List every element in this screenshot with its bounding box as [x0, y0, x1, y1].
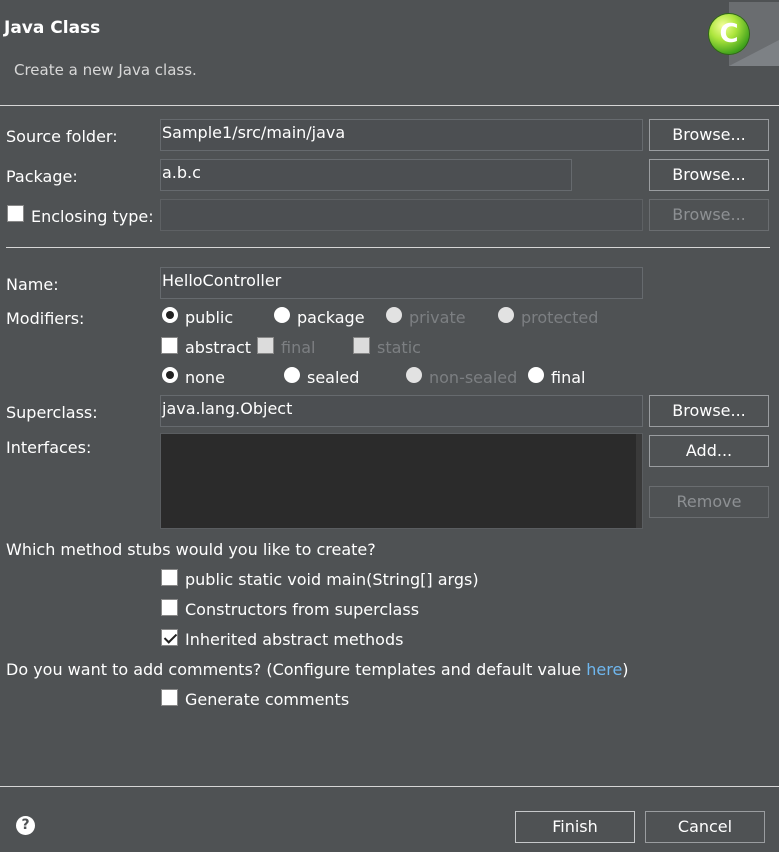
package-input[interactable]: a.b.c [160, 159, 572, 191]
enclosing-type-input[interactable] [160, 199, 643, 231]
radio-package[interactable] [274, 307, 290, 323]
main-method-label: public static void main(String[] args) [185, 570, 479, 589]
enclosing-type-browse-button[interactable]: Browse... [649, 199, 769, 231]
superclass-label: Superclass: [6, 403, 98, 422]
constructors-label: Constructors from superclass [185, 600, 420, 619]
radio-public[interactable] [162, 307, 178, 323]
final-checkbox[interactable] [257, 337, 274, 354]
radio-private-label: private [409, 308, 466, 327]
comments-question-close: ) [622, 660, 629, 679]
dialog-subtitle: Create a new Java class. [14, 61, 197, 79]
method-stubs-question: Which method stubs would you like to cre… [6, 540, 376, 559]
dialog-title: Java Class [4, 18, 101, 38]
package-browse-button[interactable]: Browse... [649, 159, 769, 191]
comments-question-text: Do you want to add comments? (Configure … [6, 660, 587, 679]
source-folder-input[interactable]: Sample1/src/main/java [160, 119, 643, 151]
source-folder-browse-button[interactable]: Browse... [649, 119, 769, 151]
abstract-label: abstract [185, 338, 252, 357]
configure-templates-link[interactable]: here [586, 660, 622, 679]
radio-private[interactable] [386, 307, 402, 323]
interfaces-label: Interfaces: [6, 438, 92, 457]
name-input[interactable]: HelloController [160, 267, 643, 299]
abstract-checkbox[interactable] [161, 337, 178, 354]
superclass-browse-button[interactable]: Browse... [649, 395, 769, 427]
name-label: Name: [6, 275, 59, 294]
modifiers-label: Modifiers: [6, 309, 85, 328]
package-label: Package: [6, 167, 78, 186]
enclosing-type-checkbox[interactable] [7, 205, 24, 222]
radio-package-label: package [297, 308, 365, 327]
help-icon[interactable]: ? [16, 816, 35, 835]
radio-protected[interactable] [498, 307, 514, 323]
source-folder-label: Source folder: [6, 127, 118, 146]
radio-protected-label: protected [521, 308, 599, 327]
type-separator [6, 247, 770, 248]
interfaces-list[interactable] [160, 433, 643, 529]
radio-public-label: public [185, 308, 234, 327]
generate-comments-label: Generate comments [185, 690, 350, 709]
java-class-logo-icon: C [709, 14, 749, 54]
constructors-checkbox[interactable] [161, 599, 178, 616]
interfaces-scrollbar[interactable] [636, 434, 642, 528]
radio-none[interactable] [162, 367, 178, 383]
enclosing-type-label: Enclosing type: [31, 207, 154, 226]
dialog-header [0, 0, 779, 104]
footer-separator [0, 786, 779, 787]
final-label: final [281, 338, 316, 357]
radio-none-label: none [185, 368, 225, 387]
finish-button[interactable]: Finish [515, 811, 635, 843]
generate-comments-checkbox[interactable] [161, 689, 178, 706]
radio-non-sealed-label: non-sealed [429, 368, 518, 387]
radio-final[interactable] [528, 367, 544, 383]
header-separator [0, 105, 779, 106]
radio-final-label: final [551, 368, 586, 387]
static-label: static [377, 338, 421, 357]
superclass-input[interactable]: java.lang.Object [160, 395, 643, 427]
inherited-methods-label: Inherited abstract methods [185, 630, 404, 649]
radio-sealed-label: sealed [307, 368, 360, 387]
cancel-button[interactable]: Cancel [645, 811, 765, 843]
main-method-checkbox[interactable] [161, 569, 178, 586]
inherited-methods-checkbox[interactable] [161, 629, 178, 646]
add-interface-button[interactable]: Add... [649, 435, 769, 467]
comments-question: Do you want to add comments? (Configure … [6, 660, 629, 679]
radio-sealed[interactable] [284, 367, 300, 383]
radio-non-sealed[interactable] [406, 367, 422, 383]
static-checkbox[interactable] [353, 337, 370, 354]
remove-interface-button[interactable]: Remove [649, 486, 769, 518]
